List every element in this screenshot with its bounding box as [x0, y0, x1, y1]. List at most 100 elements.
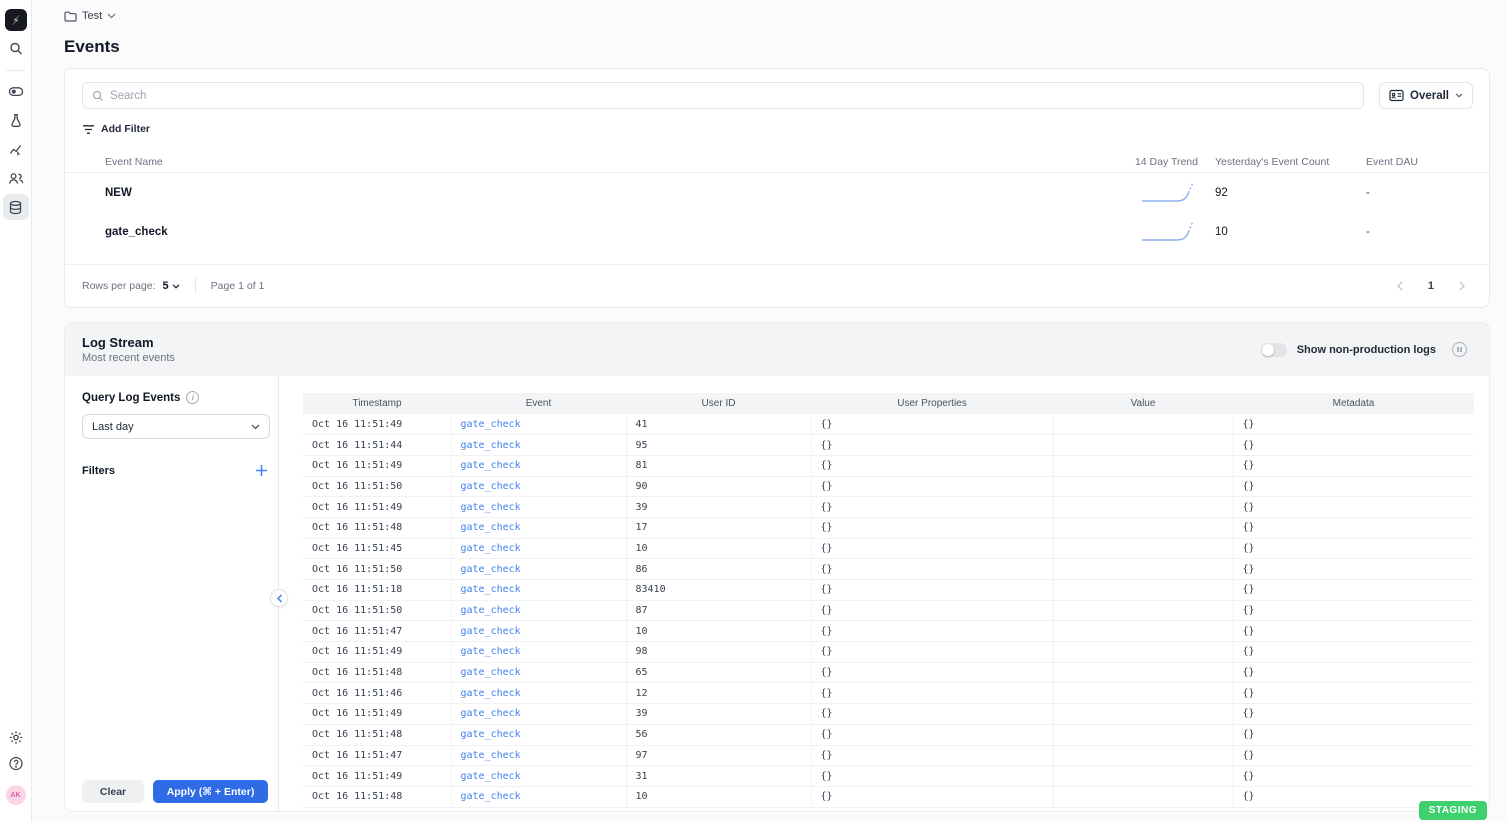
search-icon: [92, 90, 104, 102]
value-cell: [1053, 517, 1233, 538]
log-table-row[interactable]: Oct 16 11:51:49gate_check39{}{}: [303, 497, 1474, 518]
user-properties-cell: {}: [811, 766, 1053, 787]
log-table-row[interactable]: Oct 16 11:51:45gate_check10{}{}: [303, 538, 1474, 559]
value-cell: [1053, 704, 1233, 725]
log-table-row[interactable]: Oct 16 11:51:48gate_check56{}{}: [303, 724, 1474, 745]
log-table-row[interactable]: Oct 16 11:51:49gate_check41{}{}: [303, 414, 1474, 435]
event-dau: -: [1366, 187, 1473, 199]
overall-view-selector[interactable]: Overall: [1379, 82, 1473, 109]
event-cell[interactable]: gate_check: [451, 517, 626, 538]
event-cell[interactable]: gate_check: [451, 476, 626, 497]
sidebar-item-metrics[interactable]: [8, 142, 23, 157]
apply-button[interactable]: Apply (⌘ + Enter): [153, 780, 268, 803]
log-table-row[interactable]: Oct 16 11:51:49gate_check98{}{}: [303, 642, 1474, 663]
log-table-header: Timestamp Event User ID User Properties …: [303, 393, 1474, 414]
event-cell[interactable]: gate_check: [451, 600, 626, 621]
search-nav-icon[interactable]: [8, 41, 23, 56]
user-id-cell: 86: [626, 559, 811, 580]
event-cell[interactable]: gate_check: [451, 538, 626, 559]
user-properties-cell: {}: [811, 559, 1053, 580]
log-table-row[interactable]: Oct 16 11:51:50gate_check90{}{}: [303, 476, 1474, 497]
event-cell[interactable]: gate_check: [451, 642, 626, 663]
rows-per-page-select[interactable]: 5: [163, 280, 180, 292]
main-content: Test Events Overall: [32, 0, 1506, 822]
add-filter-button[interactable]: Add Filter: [82, 123, 150, 135]
event-row[interactable]: gate_check 10 -: [65, 212, 1489, 251]
value-cell: [1053, 621, 1233, 642]
clear-button[interactable]: Clear: [82, 780, 144, 803]
timestamp-cell: Oct 16 11:51:48: [303, 724, 451, 745]
app-logo-icon[interactable]: [5, 9, 27, 31]
timestamp-cell: Oct 16 11:51:50: [303, 476, 451, 497]
log-table-row[interactable]: Oct 16 11:51:44gate_check95{}{}: [303, 435, 1474, 456]
prev-page-icon[interactable]: [1397, 281, 1403, 291]
event-cell[interactable]: gate_check: [451, 414, 626, 435]
event-cell[interactable]: gate_check: [451, 497, 626, 518]
col-event: Event: [451, 393, 626, 414]
event-row[interactable]: NEW 92 -: [65, 173, 1489, 212]
events-panel: Overall Add Filter Event Name 14 Day Tre…: [64, 68, 1490, 308]
log-table-row[interactable]: Oct 16 11:51:47gate_check10{}{}: [303, 621, 1474, 642]
event-cell[interactable]: gate_check: [451, 724, 626, 745]
help-icon[interactable]: [8, 756, 23, 771]
chevron-down-icon: [107, 13, 116, 19]
metadata-cell: {}: [1233, 580, 1474, 601]
metadata-cell: {}: [1233, 621, 1474, 642]
log-table-row[interactable]: Oct 16 11:51:48gate_check10{}{}: [303, 786, 1474, 807]
user-properties-cell: {}: [811, 497, 1053, 518]
event-cell[interactable]: gate_check: [451, 580, 626, 601]
next-page-icon[interactable]: [1459, 281, 1465, 291]
sidebar-item-gates[interactable]: [8, 84, 24, 99]
sidebar-item-events-active[interactable]: [3, 194, 29, 220]
events-pagination-bar: Rows per page: 5 Page 1 of 1 1: [65, 264, 1489, 307]
user-properties-cell: {}: [811, 786, 1053, 807]
chevron-down-icon: [172, 284, 180, 289]
timestamp-cell: Oct 16 11:51:47: [303, 621, 451, 642]
event-cell[interactable]: gate_check: [451, 766, 626, 787]
event-cell[interactable]: gate_check: [451, 683, 626, 704]
event-cell[interactable]: gate_check: [451, 662, 626, 683]
log-table-row[interactable]: Oct 16 11:51:49gate_check31{}{}: [303, 766, 1474, 787]
current-page[interactable]: 1: [1428, 280, 1434, 292]
log-table-row[interactable]: Oct 16 11:51:50gate_check86{}{}: [303, 559, 1474, 580]
rows-per-page-label: Rows per page:: [82, 280, 156, 292]
log-table-row[interactable]: Oct 16 11:51:46gate_check12{}{}: [303, 683, 1474, 704]
event-name[interactable]: gate_check: [105, 226, 1098, 238]
event-cell[interactable]: gate_check: [451, 786, 626, 807]
log-table-row[interactable]: Oct 16 11:51:47gate_check97{}{}: [303, 745, 1474, 766]
log-table-row[interactable]: Oct 16 11:51:49gate_check81{}{}: [303, 455, 1474, 476]
trend-sparkline: [1098, 219, 1198, 245]
event-cell[interactable]: gate_check: [451, 559, 626, 580]
time-range-select[interactable]: Last day: [82, 414, 270, 439]
log-stream-header: Log Stream Most recent events Show non-p…: [65, 323, 1489, 376]
event-cell[interactable]: gate_check: [451, 745, 626, 766]
metadata-cell: {}: [1233, 683, 1474, 704]
settings-gear-icon[interactable]: [8, 730, 23, 745]
user-id-cell: 39: [626, 704, 811, 725]
log-table-row[interactable]: Oct 16 11:51:50gate_check87{}{}: [303, 600, 1474, 621]
metadata-cell: {}: [1233, 704, 1474, 725]
divider: [195, 278, 196, 294]
sidebar-item-users[interactable]: [8, 171, 24, 186]
add-filter-plus-icon[interactable]: [255, 464, 268, 477]
breadcrumb[interactable]: Test: [64, 10, 116, 22]
info-icon[interactable]: i: [186, 391, 199, 404]
pause-stream-icon[interactable]: [1452, 342, 1467, 357]
event-name[interactable]: NEW: [105, 187, 1098, 199]
log-table-row[interactable]: Oct 16 11:51:48gate_check17{}{}: [303, 517, 1474, 538]
log-table-row[interactable]: Oct 16 11:51:48gate_check65{}{}: [303, 662, 1474, 683]
sidebar-item-experiments[interactable]: [8, 113, 23, 128]
timestamp-cell: Oct 16 11:51:49: [303, 455, 451, 476]
user-properties-cell: {}: [811, 538, 1053, 559]
log-table-row[interactable]: Oct 16 11:51:18gate_check83410{}{}: [303, 580, 1474, 601]
avatar[interactable]: AK: [6, 785, 26, 805]
show-non-production-toggle[interactable]: [1261, 343, 1287, 357]
log-table-row[interactable]: Oct 16 11:51:49gate_check39{}{}: [303, 704, 1474, 725]
user-properties-cell: {}: [811, 621, 1053, 642]
event-cell[interactable]: gate_check: [451, 704, 626, 725]
collapse-panel-button[interactable]: [270, 589, 288, 607]
search-input[interactable]: [110, 90, 1354, 102]
event-cell[interactable]: gate_check: [451, 435, 626, 456]
event-cell[interactable]: gate_check: [451, 455, 626, 476]
event-cell[interactable]: gate_check: [451, 621, 626, 642]
